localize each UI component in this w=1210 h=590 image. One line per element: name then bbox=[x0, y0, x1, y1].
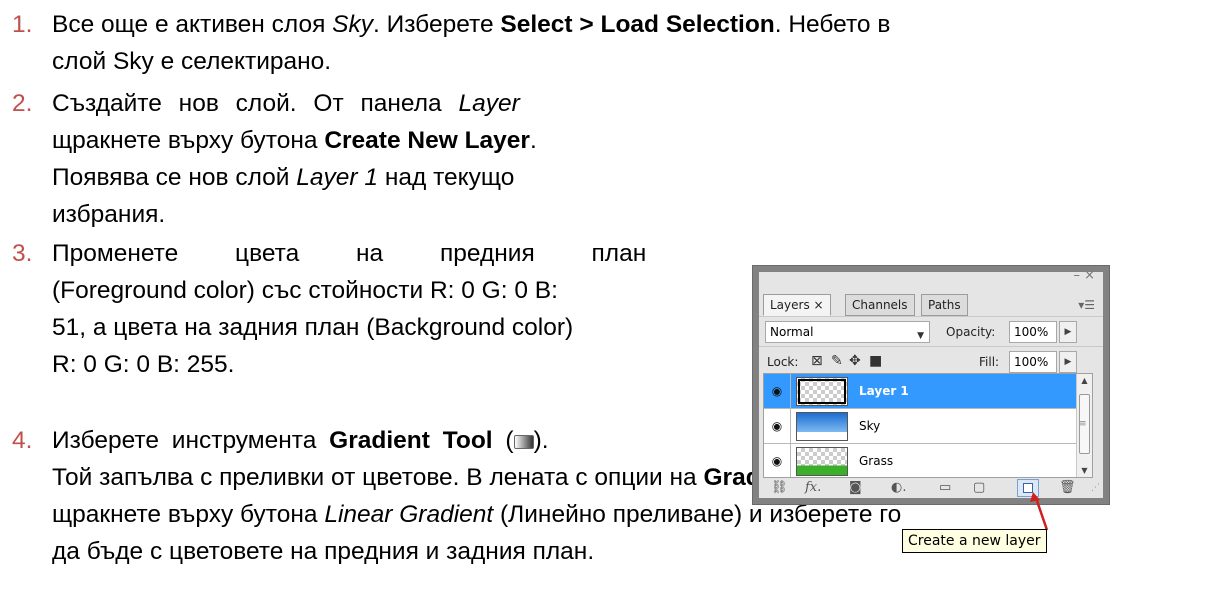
step-line: щракнете върху бутона Create New Layer. bbox=[52, 127, 537, 154]
step-line: слой Sky е селектирано. bbox=[52, 48, 332, 75]
step-line: Създайте нов слой. От панела Layer bbox=[52, 90, 520, 117]
window-controls[interactable]: – × bbox=[1073, 268, 1095, 283]
layer-name: Layer 1 bbox=[859, 384, 909, 398]
lock-move-icon[interactable]: ✥ bbox=[849, 354, 861, 368]
layers-panel-screenshot: – × Layers × Channels Paths ▾☰ Normal ▼ … bbox=[752, 265, 1210, 570]
chevron-down-icon: ▼ bbox=[917, 331, 924, 341]
step-line: R: 0 G: 0 B: 255. bbox=[52, 351, 235, 378]
opacity-label: Opacity: bbox=[946, 325, 996, 339]
tooltip: Create a new layer bbox=[902, 529, 1047, 553]
layer-name: Sky bbox=[859, 419, 881, 433]
step-line: избрания. bbox=[52, 201, 166, 228]
layer-style-icon[interactable]: fx. bbox=[805, 480, 821, 496]
layer-row-sky[interactable]: ◉ Sky bbox=[764, 409, 1092, 444]
step-number: 4. bbox=[12, 427, 33, 454]
layer-row-grass[interactable]: ◉ Grass bbox=[764, 444, 1092, 477]
lock-label: Lock: bbox=[767, 355, 799, 369]
text-segment: Все още е активен слоя Sky. Изберете Sel… bbox=[52, 11, 891, 38]
adjustment-layer-icon[interactable]: ◐. bbox=[891, 480, 906, 496]
lock-paint-icon[interactable]: ✎ bbox=[831, 354, 843, 368]
scroll-up-icon[interactable]: ▲ bbox=[1077, 376, 1092, 385]
step-line: (Foreground color) със стойности R: 0 G:… bbox=[52, 277, 558, 304]
step-number: 1. bbox=[12, 11, 33, 38]
lock-row: Lock: ⊠ ✎ ✥ ■ Fill: 100% ▶ bbox=[759, 346, 1103, 376]
step-line: Все още е активен слоя Sky. Изберете Sel… bbox=[52, 6, 1200, 43]
fill-label: Fill: bbox=[979, 355, 1000, 369]
blend-row: Normal ▼ Opacity: 100% ▶ bbox=[759, 316, 1103, 346]
step-line: Променете цвета на предния план bbox=[52, 240, 647, 267]
eye-icon[interactable]: ◉ bbox=[769, 454, 785, 468]
layer-row-layer-1[interactable]: ◉ Layer 1 bbox=[764, 374, 1092, 409]
step-line: Появява се нов слой Layer 1 над текущо bbox=[52, 164, 515, 191]
lock-transparent-icon[interactable]: ⊠ bbox=[811, 354, 823, 368]
step-number: 2. bbox=[12, 90, 33, 117]
new-group-icon[interactable]: ▭ bbox=[939, 480, 951, 496]
opacity-input[interactable]: 100% bbox=[1009, 321, 1057, 343]
fill-input[interactable]: 100% bbox=[1009, 351, 1057, 373]
lock-all-icon[interactable]: ■ bbox=[869, 354, 882, 368]
folder-icon[interactable]: ▢ bbox=[973, 480, 985, 496]
resize-grip-icon[interactable]: ⋰ bbox=[1091, 483, 1100, 493]
gradient-tool-icon bbox=[513, 435, 534, 449]
eye-icon[interactable]: ◉ bbox=[769, 419, 785, 433]
panel-frame: – × Layers × Channels Paths ▾☰ Normal ▼ … bbox=[752, 265, 1110, 505]
layer-thumbnail bbox=[796, 412, 848, 441]
step-number: 3. bbox=[12, 240, 33, 267]
layers-list: ◉ Layer 1 ◉ Sky ◉ Grass ▲ ≡ ▼ bbox=[763, 373, 1093, 478]
layers-panel: – × Layers × Channels Paths ▾☰ Normal ▼ … bbox=[759, 268, 1103, 498]
fill-arrow-icon[interactable]: ▶ bbox=[1059, 351, 1077, 373]
layer-mask-icon[interactable]: ◙ bbox=[849, 480, 862, 496]
tab-channels[interactable]: Channels bbox=[845, 294, 915, 316]
layers-scrollbar[interactable]: ▲ ≡ ▼ bbox=[1076, 374, 1092, 477]
layer-thumbnail bbox=[796, 377, 848, 406]
layer-thumbnail bbox=[796, 447, 848, 476]
scroll-down-icon[interactable]: ▼ bbox=[1077, 466, 1092, 475]
panel-menu-icon[interactable]: ▾☰ bbox=[1078, 298, 1095, 312]
link-layers-icon[interactable]: ⛓ bbox=[771, 480, 788, 496]
tab-layers[interactable]: Layers × bbox=[763, 294, 831, 316]
eye-icon[interactable]: ◉ bbox=[769, 384, 785, 398]
blend-mode-select[interactable]: Normal ▼ bbox=[765, 321, 930, 343]
tab-paths[interactable]: Paths bbox=[921, 294, 968, 316]
step-line: 51, а цвета на задния план (Background c… bbox=[52, 314, 574, 341]
layer-name: Grass bbox=[859, 454, 894, 468]
opacity-arrow-icon[interactable]: ▶ bbox=[1059, 321, 1077, 343]
